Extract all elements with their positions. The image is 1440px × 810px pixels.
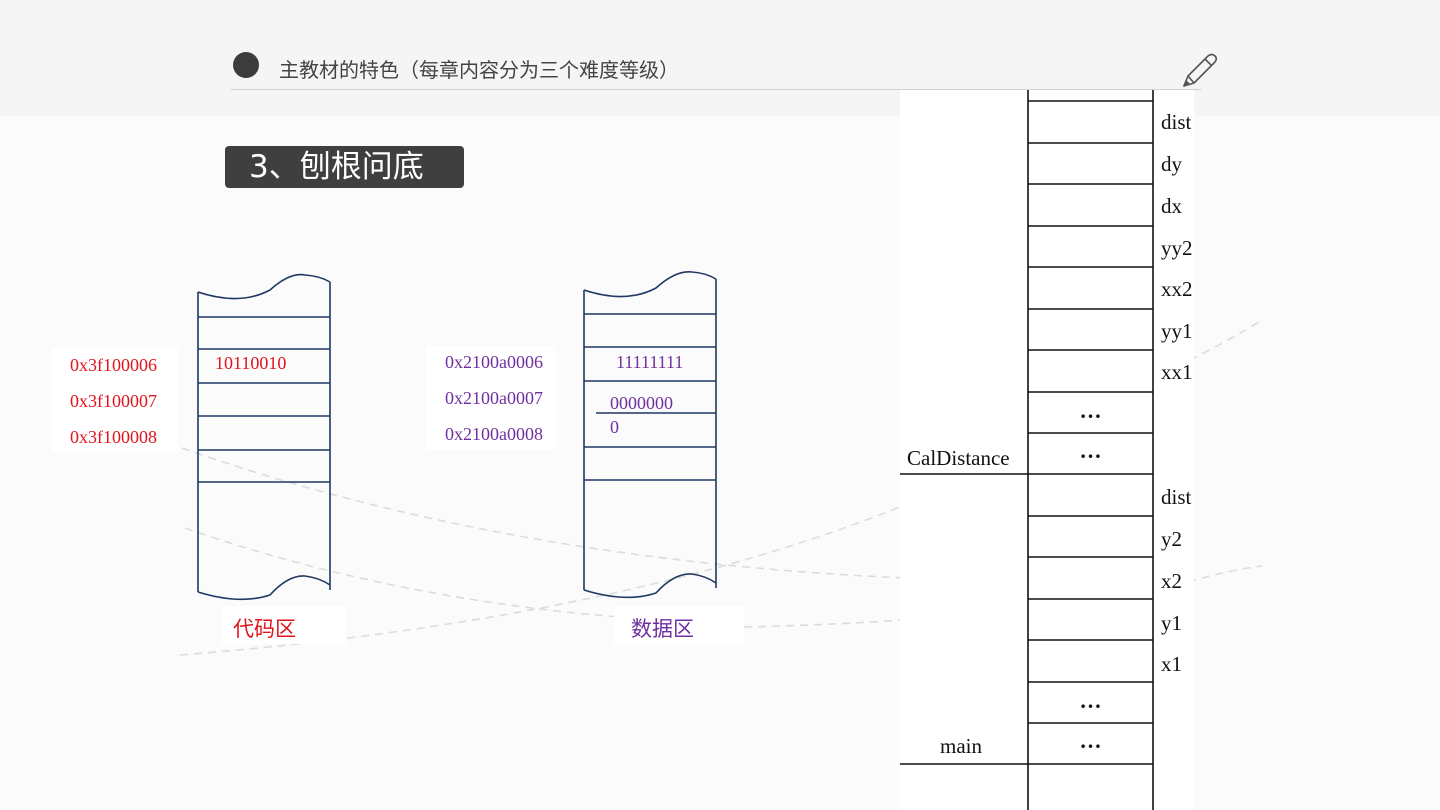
data-address: 0x2100a0006 (445, 352, 543, 372)
stack-cell-label: xx2 (1161, 277, 1193, 301)
stack-cell-label: dist (1161, 110, 1192, 134)
code-cell-value: 10110010 (215, 353, 287, 373)
stack-cell-label: x2 (1161, 569, 1182, 593)
memory-diagram (197, 90, 1154, 810)
data-column (583, 271, 717, 599)
data-address: 0x2100a0008 (445, 424, 543, 444)
code-area-caption: 代码区 (233, 617, 296, 641)
stack-cell-label: dist (1161, 485, 1192, 509)
stack-cell-label: dx (1161, 194, 1182, 218)
data-address: 0x2100a0007 (445, 388, 543, 408)
stack-cell-label: y1 (1161, 611, 1182, 635)
stack-cell-label: yy2 (1161, 236, 1193, 260)
stack-frame-label: CalDistance (907, 446, 1010, 470)
stack-ellipsis: … (1079, 728, 1103, 753)
stack-ellipsis: … (1079, 398, 1103, 423)
data-cell-value: 11111111 (616, 352, 684, 372)
code-address: 0x3f100008 (70, 427, 157, 447)
stack-cell-label: yy1 (1161, 319, 1193, 343)
code-column (197, 273, 331, 601)
code-address: 0x3f100006 (70, 355, 157, 375)
stack-cell-label: y2 (1161, 527, 1182, 551)
stack-cell-label: xx1 (1161, 360, 1193, 384)
stack-cell-label: x1 (1161, 652, 1182, 676)
stack-ellipsis: … (1079, 688, 1103, 713)
stack-frame-label: main (940, 734, 982, 758)
stack-ellipsis: … (1079, 438, 1103, 463)
data-cell-value: 0000000 (610, 393, 673, 413)
data-area-caption: 数据区 (631, 617, 694, 641)
data-cell-value: 0 (610, 417, 619, 437)
stack-cell-label: dy (1161, 152, 1182, 176)
code-address: 0x3f100007 (70, 391, 157, 411)
